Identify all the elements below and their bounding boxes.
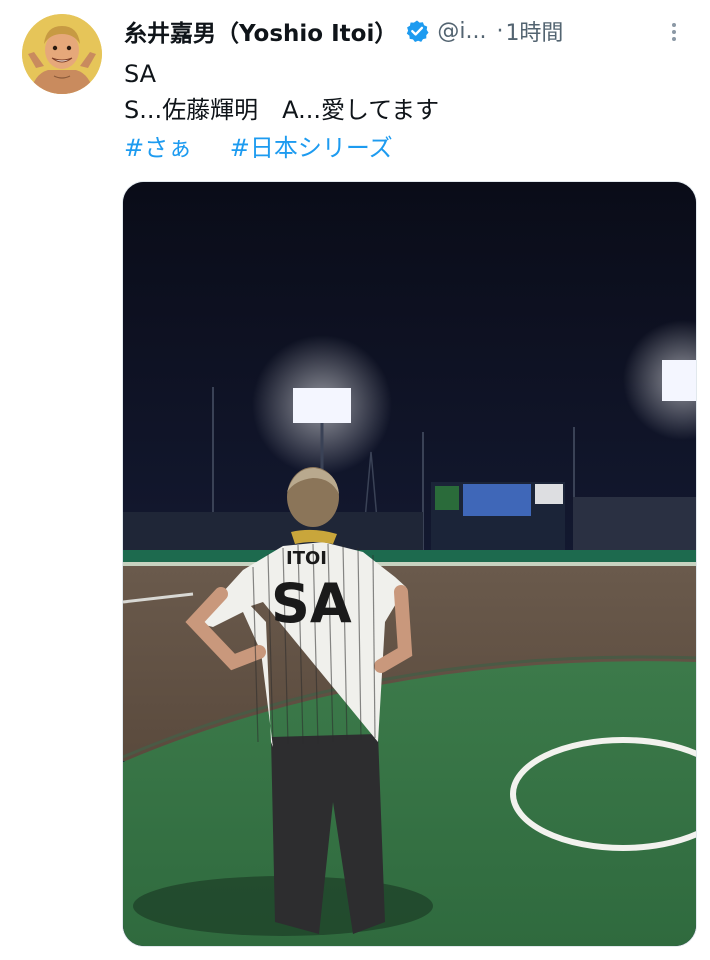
display-name[interactable]: 糸井嘉男（Yoshio Itoi） [124, 14, 397, 48]
handle[interactable]: @i... [437, 19, 486, 44]
verified-badge-icon [407, 20, 429, 42]
floodlight [662, 360, 696, 401]
outfield-wall [123, 550, 696, 564]
hashtag-link[interactable]: #さぁ [124, 134, 192, 162]
tweet-text: SA S...佐藤輝明 A...愛してます #さぁ #日本シリーズ [124, 56, 690, 170]
tweet-photo[interactable]: ITOI SA [122, 181, 697, 947]
more-vertical-icon[interactable] [664, 20, 684, 44]
jersey-name-text: ITOI [286, 548, 327, 569]
hashtag-link[interactable]: #日本シリーズ [230, 134, 393, 162]
tweet[interactable]: 糸井嘉男（Yoshio Itoi） @i... · 1時間 SA S...佐藤輝… [0, 0, 710, 960]
tweet-text-line: SA [124, 60, 157, 88]
stadium-photo: ITOI SA [123, 182, 696, 946]
hashtag-list: #さぁ #日本シリーズ [124, 130, 690, 170]
timestamp[interactable]: 1時間 [505, 15, 563, 47]
floodlight [293, 388, 351, 423]
jersey-letters-text: SA [271, 572, 352, 635]
tweet-text-line: S...佐藤輝明 A...愛してます [124, 96, 440, 124]
avatar[interactable] [22, 14, 102, 94]
cartoon-avatar-icon [22, 14, 102, 94]
separator-dot: · [496, 18, 504, 44]
tweet-header: 糸井嘉男（Yoshio Itoi） @i... · 1時間 [124, 14, 690, 48]
